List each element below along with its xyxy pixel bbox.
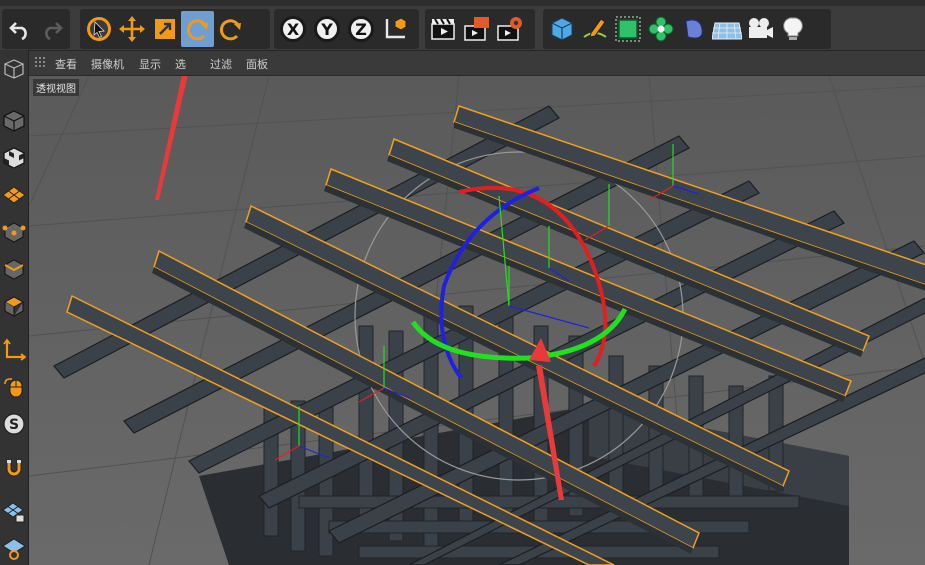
x-axis-lock-button[interactable]: X [276,11,310,47]
rotate-tool-button[interactable] [181,11,214,47]
texture-mode-button[interactable] [1,143,27,173]
axis-lock-group: X Y Z [274,9,419,49]
menu-filter[interactable]: 过滤 [210,56,232,72]
select-arrow-icon [86,17,111,41]
tweak-mode-button[interactable] [1,372,27,402]
y-axis-lock-button[interactable]: Y [310,11,344,47]
polygons-mode-button[interactable] [1,291,27,321]
move-icon [118,16,145,42]
render-settings-button[interactable] [493,11,526,47]
checker-cube-icon [3,147,25,169]
menu-bar-strip [0,0,925,6]
planar-grid-icon [2,538,26,560]
move-tool-button[interactable] [115,11,148,47]
floor-grid-icon [711,22,742,40]
locked-workplane-button[interactable] [1,497,27,527]
light-bulb-icon [782,17,803,40]
workplane-grid-icon [2,186,26,204]
spline-pen-button[interactable] [578,11,611,47]
axis-mode-icon [3,338,26,361]
edges-mode-button[interactable] [1,254,27,284]
deformer-button[interactable] [677,11,710,47]
menu-select[interactable]: 选 [175,56,186,72]
menu-camera[interactable]: 摄像机 [91,56,124,72]
z-axis-lock-button[interactable]: Z [344,11,378,47]
deformer-bend-icon [684,19,703,39]
polygons-mode-icon [3,296,25,317]
light-object-button[interactable] [776,11,809,47]
cloner-button[interactable] [644,11,677,47]
model-mode-button[interactable] [1,106,27,136]
magnet-icon [6,459,22,477]
model-cube-icon [3,110,25,132]
y-axis-label: Y [314,16,340,42]
axis-mode-button[interactable] [1,335,27,365]
planar-workplane-button[interactable] [1,533,27,563]
spline-pen-icon [582,18,607,38]
redo-button[interactable] [36,11,68,47]
workplane-mode-button[interactable] [1,180,27,210]
render-clapper-icon [430,18,455,40]
perspective-viewport[interactable]: 透视视图 [29,76,925,565]
points-mode-icon [2,222,26,243]
snapping-button[interactable] [1,453,27,483]
points-mode-button[interactable] [1,217,27,247]
x-axis-label: X [280,16,306,42]
object-creation-group [543,9,831,49]
wire-cube-icon [4,59,24,79]
cube-icon [551,17,572,41]
scale-tool-button[interactable] [148,11,181,47]
redo-icon [45,22,63,41]
left-mode-palette: S [0,50,29,565]
rotate-recent-icon [219,19,241,41]
viewport-label: 透视视图 [33,79,79,96]
solo-s-icon: S [3,413,25,435]
coordinate-system-icon [385,17,406,39]
subdivision-cube-icon [615,16,640,42]
viewport-canvas[interactable] [29,76,925,565]
svg-text:S: S [9,417,19,433]
render-to-viewer-icon [463,17,489,41]
solo-mode-button[interactable]: S [1,409,27,439]
viewport-grip-icon[interactable] [35,57,47,69]
viewport-menu-bar: 查看 摄像机 显示 选 过滤 面板 [29,51,925,76]
menu-view[interactable]: 查看 [55,56,77,72]
menu-panel[interactable]: 面板 [246,56,268,72]
render-picture-viewer-button[interactable] [460,11,493,47]
transform-tools-group [80,9,270,49]
history-group [2,9,70,49]
render-group [425,9,535,49]
menu-display[interactable]: 显示 [139,56,161,72]
cloner-flower-icon [648,16,673,42]
camera-icon [748,18,773,38]
scale-icon [154,19,175,39]
edges-mode-icon [4,259,24,280]
z-axis-label: Z [348,16,374,42]
main-toolbar: X Y Z [0,0,925,51]
cube-object-button[interactable] [545,11,578,47]
camera-object-button[interactable] [743,11,776,47]
rotate-icon [186,19,208,41]
recent-tool-button[interactable] [214,11,247,47]
floor-environment-button[interactable] [710,11,743,47]
mouse-icon [4,378,23,398]
render-view-button[interactable] [427,11,460,47]
subdivision-surface-button[interactable] [611,11,644,47]
render-settings-icon [496,17,522,41]
locked-grid-icon [2,502,25,523]
cube-mode-button[interactable] [1,54,27,84]
undo-button[interactable] [4,11,36,47]
undo-icon [9,22,27,41]
coordinate-system-button[interactable] [378,11,411,47]
select-tool-button[interactable] [82,11,115,47]
